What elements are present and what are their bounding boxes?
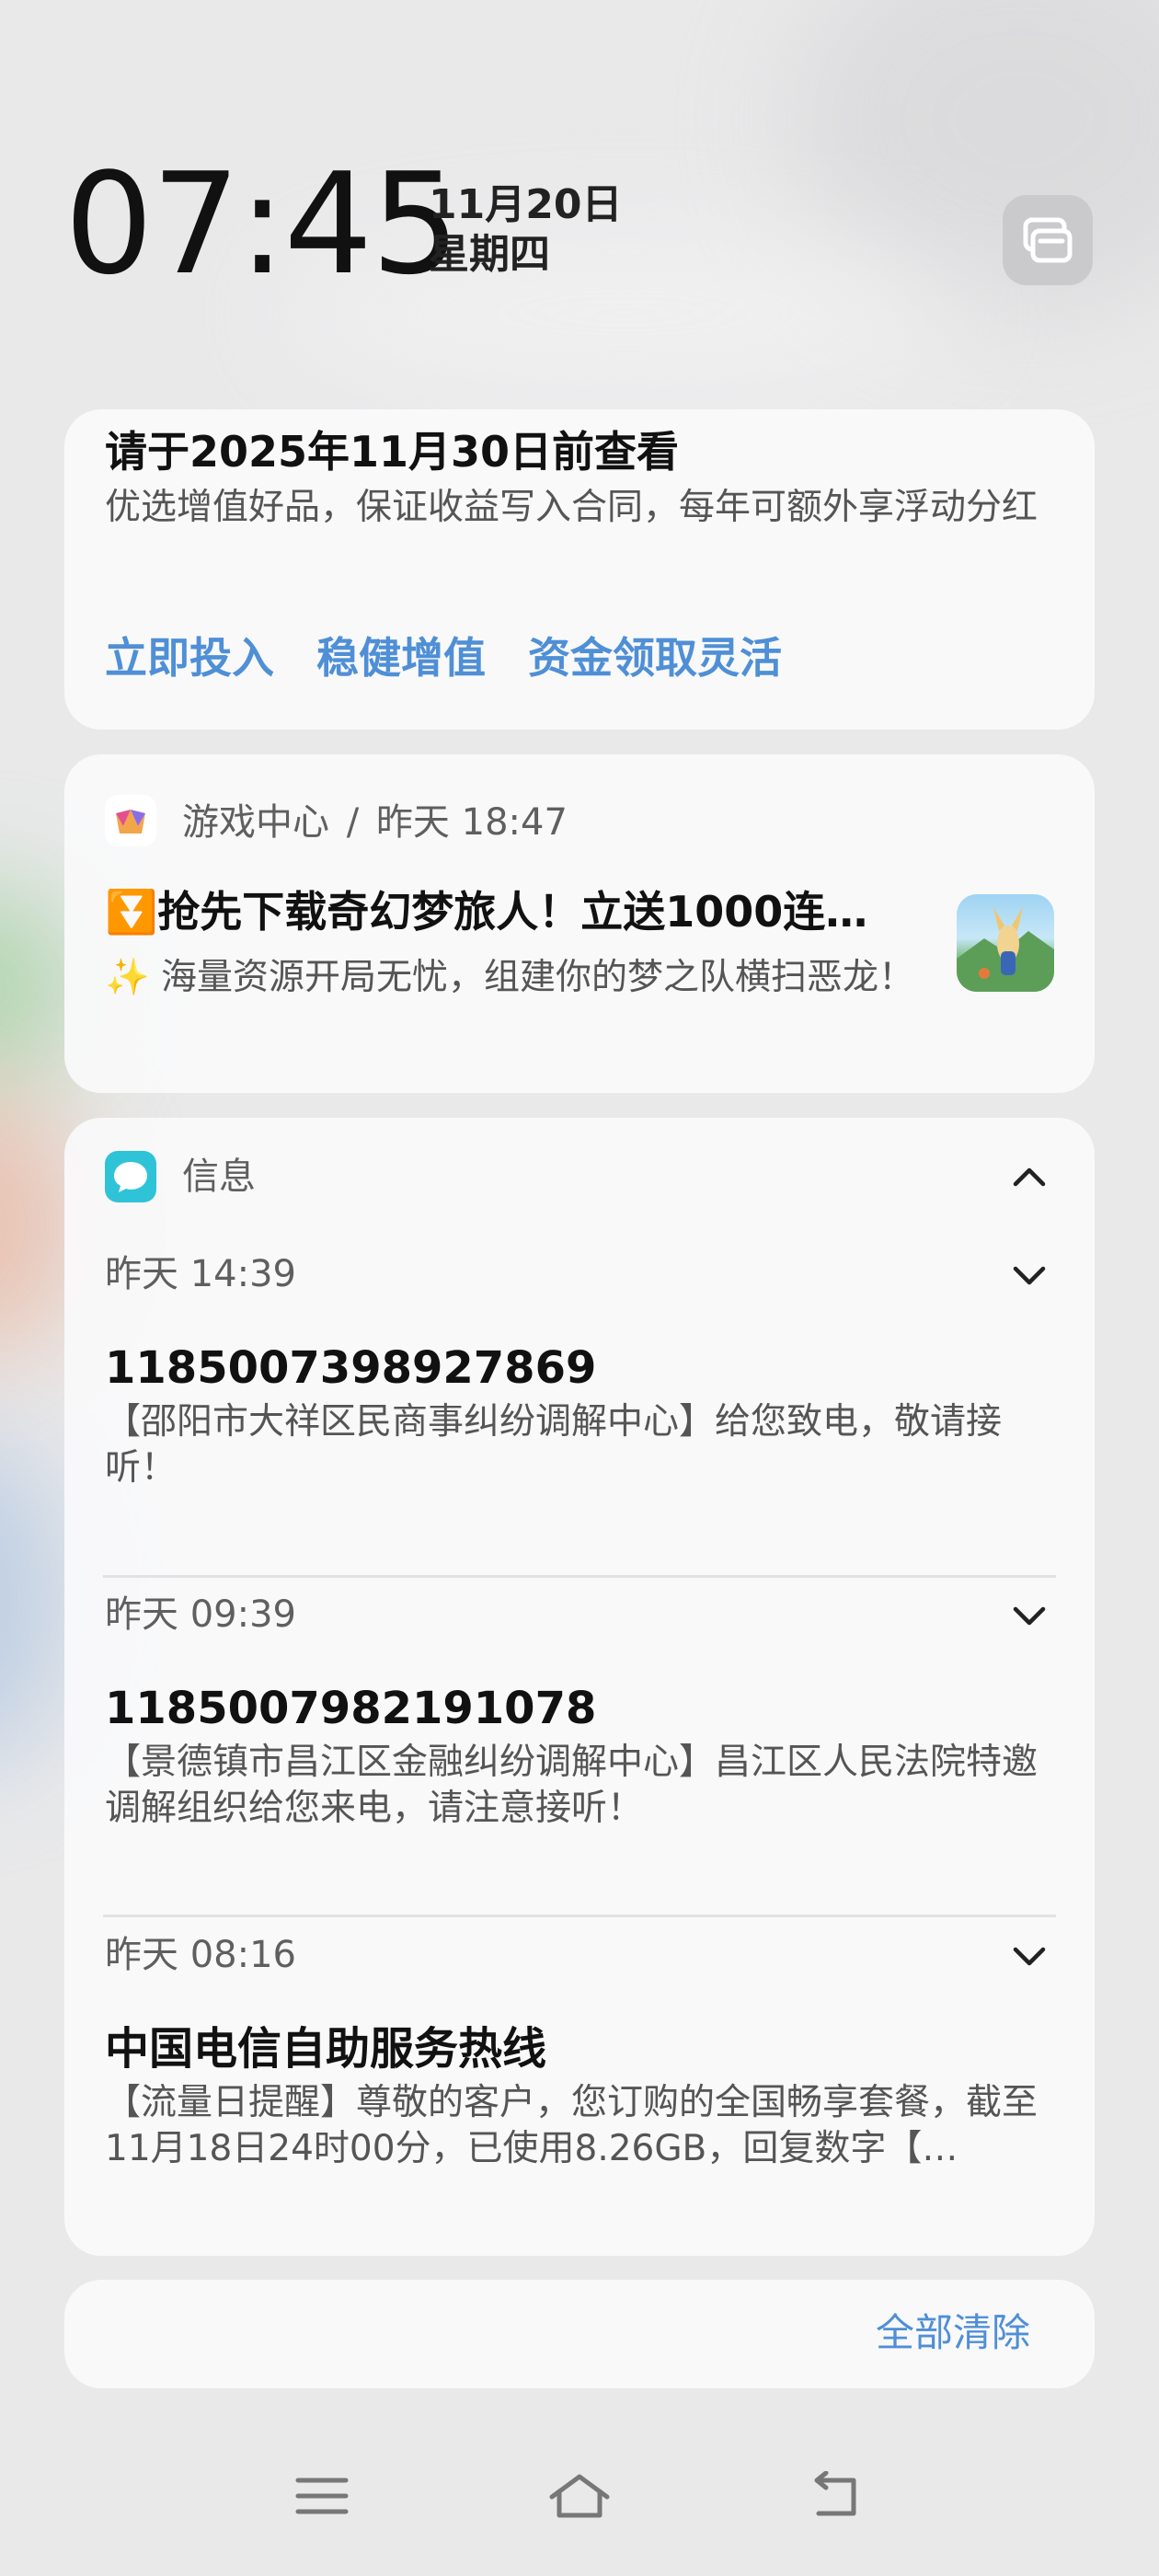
game-body: ✨ 海量资源开局无忧，组建你的梦之队横扫恶龙！ — [105, 957, 914, 998]
expand-button[interactable] — [1006, 1593, 1052, 1639]
nav-menu-button[interactable] — [293, 2471, 351, 2524]
date-block: 11月20日 星期四 — [429, 180, 622, 280]
game-center-icon — [105, 795, 156, 846]
header-separator: / — [346, 801, 360, 844]
clear-all-button[interactable]: 全部清除 — [876, 2307, 1030, 2359]
messages-icon — [105, 1151, 156, 1202]
promo-title: 请于2025年11月30日前查看 — [105, 427, 680, 477]
promo-body: 优选增值好品，保证收益写入合同，每年可额外享浮动分红 — [105, 487, 1039, 528]
message-time: 昨天 09:39 — [105, 1593, 296, 1636]
nav-back-button[interactable] — [806, 2470, 865, 2524]
date-label: 11月20日 — [429, 181, 623, 228]
game-thumbnail — [957, 894, 1054, 992]
message-time: 昨天 14:39 — [105, 1253, 296, 1295]
expand-button[interactable] — [1006, 1933, 1052, 1979]
message-item[interactable]: 昨天 08:16 中国电信自助服务热线 【流量日提醒】尊敬的客户，您订购的全国畅… — [64, 1933, 1095, 2237]
message-sender: 1185007398927869 — [105, 1342, 597, 1394]
messages-app-name: 信息 — [182, 1156, 256, 1198]
game-app-name: 游戏中心 — [182, 801, 329, 844]
menu-icon — [295, 2478, 349, 2514]
message-time: 昨天 08:16 — [105, 1934, 296, 1976]
nav-home-button[interactable] — [546, 2471, 613, 2524]
game-title: ⏬抢先下载奇幻梦旅人！立送1000连… — [105, 887, 868, 937]
game-time: 昨天 18:47 — [375, 801, 568, 844]
chevron-down-icon — [1013, 1606, 1046, 1626]
collapse-button[interactable] — [1006, 1155, 1052, 1201]
promo-action-invest[interactable]: 立即投入 — [105, 630, 274, 685]
notification-manage-icon — [1023, 217, 1073, 263]
expand-button[interactable] — [1006, 1252, 1052, 1298]
chevron-up-icon — [1013, 1167, 1046, 1187]
message-text: 【流量日提醒】尊敬的客户，您订购的全国畅享套餐，截至11月18日24时00分，已… — [105, 2082, 1039, 2169]
weekday-label: 星期四 — [429, 231, 550, 278]
promo-notification[interactable]: 请于2025年11月30日前查看 优选增值好品，保证收益写入合同，每年可额外享浮… — [64, 409, 1095, 730]
message-sender: 1185007982191078 — [105, 1683, 597, 1734]
back-icon — [814, 2470, 856, 2516]
divider — [103, 1915, 1056, 1917]
notification-manage-button[interactable] — [1003, 195, 1093, 285]
home-icon — [549, 2474, 610, 2518]
message-item[interactable]: 昨天 09:39 1185007982191078 【景德镇市昌江区金融纠纷调解… — [64, 1593, 1095, 1896]
game-header: 游戏中心 / 昨天 18:47 — [182, 800, 568, 845]
messages-notification-group: 信息 昨天 14:39 1185007398927869 【邵阳市大祥区民商事纠… — [64, 1118, 1095, 2256]
divider — [103, 1575, 1056, 1578]
clear-all-bar: 全部清除 — [64, 2280, 1095, 2388]
promo-action-steady[interactable]: 稳健增值 — [316, 630, 486, 685]
chevron-down-icon — [1013, 1947, 1046, 1966]
clock: 07:45 — [64, 143, 460, 305]
message-text: 【景德镇市昌江区金融纠纷调解中心】昌江区人民法院特邀调解组织给您来电，请注意接听… — [105, 1742, 1039, 1829]
message-sender: 中国电信自助服务热线 — [105, 2023, 547, 2075]
message-text: 【邵阳市大祥区民商事纠纷调解中心】给您致电，敬请接听！ — [105, 1401, 1003, 1489]
promo-action-flexible[interactable]: 资金领取灵活 — [528, 630, 782, 685]
game-center-notification[interactable]: 游戏中心 / 昨天 18:47 ⏬抢先下载奇幻梦旅人！立送1000连… ✨ 海量… — [64, 754, 1095, 1093]
message-item[interactable]: 昨天 14:39 1185007398927869 【邵阳市大祥区民商事纠纷调解… — [64, 1252, 1095, 1556]
chevron-down-icon — [1013, 1266, 1046, 1285]
